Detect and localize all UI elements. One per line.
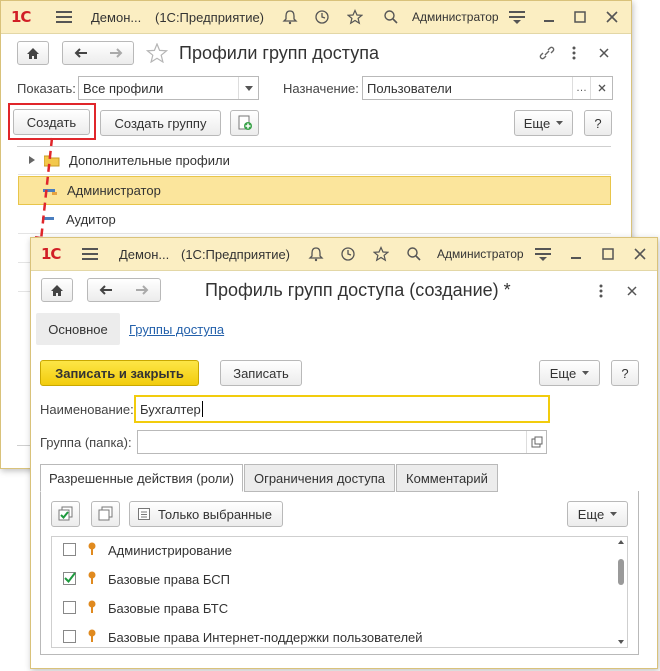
role-key-icon — [88, 629, 96, 642]
name-field[interactable]: Бухгалтер — [134, 395, 550, 423]
tab-main-label: Основное — [48, 321, 108, 337]
tab-comment[interactable]: Комментарий — [396, 464, 498, 492]
search-icon[interactable] — [405, 245, 423, 263]
nav-buttons — [87, 278, 161, 302]
role-label: Базовые права БСП — [108, 572, 230, 587]
uncheck-all-icon — [98, 506, 112, 521]
text-cursor — [201, 401, 203, 417]
home-icon — [51, 284, 63, 296]
front-window: 1С Демон... (1С:Предприятие) Администрат… — [30, 237, 658, 669]
bell-icon[interactable] — [307, 245, 325, 263]
check-all-button[interactable] — [51, 501, 80, 527]
history-icon[interactable] — [339, 245, 357, 263]
roles-more-label: Еще — [577, 506, 605, 522]
tab-restrictions[interactable]: Ограничения доступа — [244, 464, 395, 492]
front-user-name[interactable]: Администратор — [437, 247, 524, 261]
more-vertical-icon[interactable] — [595, 283, 607, 299]
group-label: Группа (папка): — [40, 435, 132, 450]
role-key-icon — [88, 600, 96, 613]
forward-arrow-icon[interactable] — [135, 285, 149, 295]
front-app-short: Демон... — [119, 247, 170, 262]
group-open-icon[interactable] — [527, 433, 547, 451]
role-key-icon — [88, 571, 96, 584]
tab-roles[interactable]: Разрешенные действия (роли) — [40, 464, 243, 492]
role-checkbox[interactable] — [63, 601, 76, 614]
list-icon — [138, 508, 150, 520]
roles-more-button[interactable]: Еще — [567, 501, 628, 527]
1c-logo-icon[interactable]: 1С — [41, 245, 61, 263]
tab-access-groups[interactable]: Группы доступа — [129, 322, 224, 337]
minimize-icon[interactable] — [568, 246, 584, 262]
only-selected-button[interactable]: Только выбранные — [129, 501, 283, 527]
settings-menu-icon[interactable] — [534, 246, 552, 262]
save-and-close-button[interactable]: Записать и закрыть — [40, 360, 199, 386]
front-app-full: (1С:Предприятие) — [181, 247, 291, 262]
back-arrow-icon[interactable] — [99, 285, 113, 295]
roles-more-chevron-icon — [610, 512, 618, 516]
role-checkbox[interactable] — [63, 630, 76, 643]
close-icon[interactable] — [632, 246, 648, 262]
role-label: Базовые права БТС — [108, 601, 229, 616]
roles-scrollbar[interactable] — [615, 537, 627, 647]
role-checkbox-checked[interactable] — [63, 572, 76, 585]
front-more-label: Еще — [549, 365, 577, 381]
menu-icon[interactable] — [81, 246, 99, 262]
group-field[interactable] — [137, 430, 547, 454]
home-button[interactable] — [41, 278, 73, 302]
favorites-icon[interactable] — [372, 245, 390, 263]
name-label: Наименование: — [40, 402, 134, 417]
uncheck-all-button[interactable] — [91, 501, 120, 527]
save-button[interactable]: Записать — [220, 360, 302, 386]
role-checkbox[interactable] — [63, 543, 76, 556]
front-title-bar: 1С Демон... (1С:Предприятие) Администрат… — [31, 238, 657, 271]
front-page-title: Профиль групп доступа (создание) * — [205, 280, 511, 300]
checkmark-icon — [64, 572, 76, 584]
only-selected-label: Только выбранные — [158, 506, 272, 522]
front-help-button[interactable]: ? — [611, 360, 639, 386]
front-more-button[interactable]: Еще — [539, 360, 600, 386]
front-form-close-icon[interactable] — [625, 284, 639, 298]
name-value: Бухгалтер — [140, 401, 201, 417]
role-label: Базовые права Интернет-поддержки пользов… — [108, 630, 423, 645]
maximize-icon[interactable] — [600, 246, 616, 262]
tab-main[interactable]: Основное — [36, 313, 120, 345]
role-key-icon — [88, 542, 96, 555]
front-more-chevron-icon — [582, 371, 590, 375]
check-all-icon — [58, 506, 72, 521]
role-label: Администрирование — [108, 543, 232, 558]
